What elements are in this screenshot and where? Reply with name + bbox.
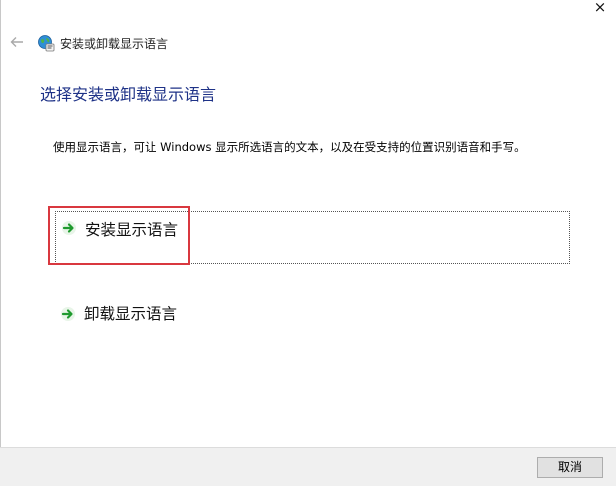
green-arrow-icon <box>60 306 76 322</box>
window-title: 安装或卸载显示语言 <box>60 37 169 51</box>
page-description: 使用显示语言，可让 Windows 显示所选语言的文本，以及在受支持的位置识别语… <box>53 140 526 154</box>
install-display-language-link[interactable]: 安装显示语言 <box>55 211 570 264</box>
language-globe-icon <box>37 34 55 52</box>
back-arrow-icon <box>8 33 26 51</box>
window-left-border <box>0 0 1 447</box>
install-display-language-label: 安装显示语言 <box>85 221 179 239</box>
page-title: 选择安装或卸载显示语言 <box>40 85 217 104</box>
back-button[interactable] <box>8 33 26 51</box>
green-arrow-icon <box>61 220 77 236</box>
cancel-button[interactable]: 取消 <box>537 457 603 478</box>
footer-bar <box>0 447 616 486</box>
uninstall-display-language-label: 卸载显示语言 <box>84 305 178 323</box>
close-icon: × <box>593 0 607 16</box>
uninstall-display-language-link[interactable]: 卸载显示语言 <box>60 303 177 325</box>
close-window-button[interactable]: × <box>590 0 610 16</box>
